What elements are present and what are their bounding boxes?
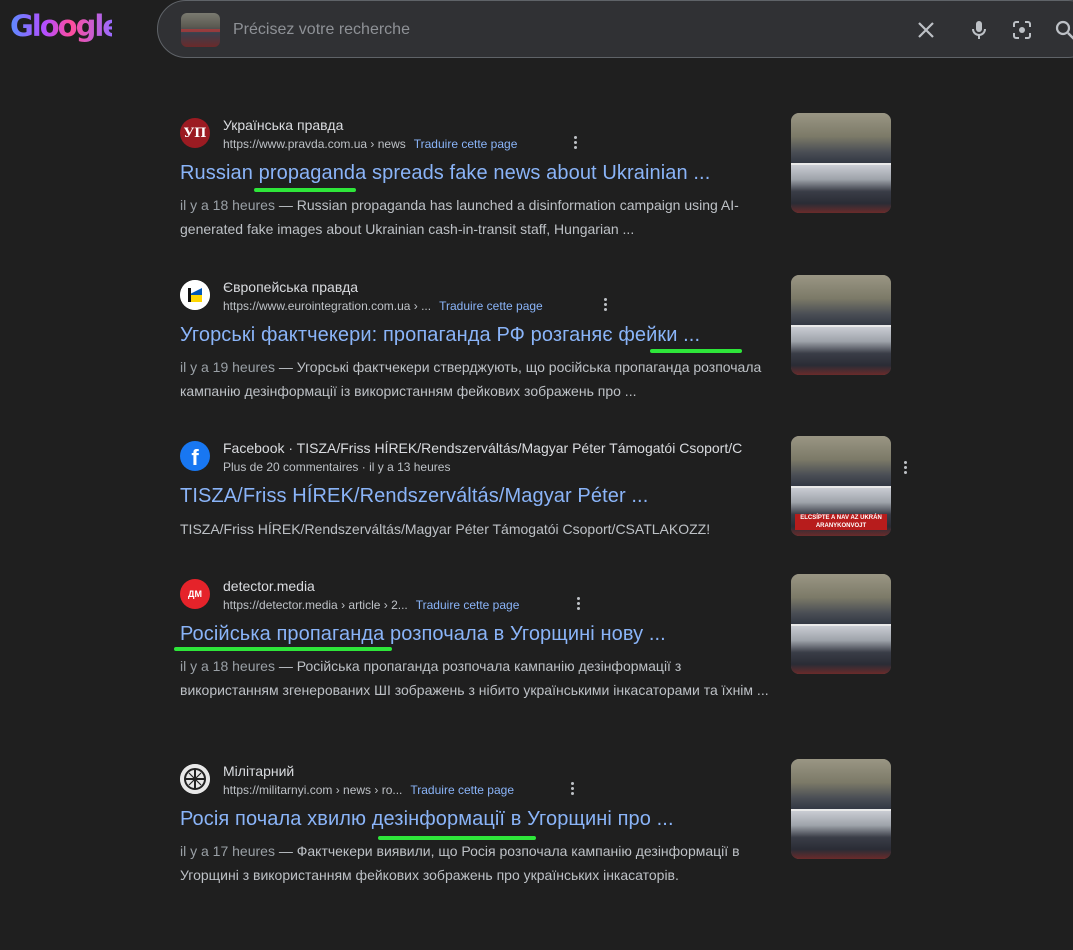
result-thumbnail[interactable]: ELCSÍPTE A NAV AZ UKRÁN ARANYKONVOJT [791, 436, 891, 536]
site-url[interactable]: https://www.pravda.com.ua › news Traduire… [223, 137, 517, 151]
more-options-icon[interactable] [571, 595, 585, 613]
result-title[interactable]: TISZA/Friss HÍREK/Rendszerváltás/Magyar … [180, 485, 648, 508]
result-snippet: il y a 18 heures — Russian propaganda ha… [180, 197, 739, 237]
favicon-eurointegration-icon [180, 280, 210, 310]
result-title[interactable]: Russian propaganda spreads fake news abo… [180, 162, 710, 185]
facebook-icon: f [180, 441, 210, 471]
result-snippet: TISZA/Friss HÍREK/Rendszerváltás/Magyar … [180, 521, 711, 537]
search-image-thumbnail[interactable] [181, 13, 220, 47]
highlight-underline [174, 647, 392, 651]
site-name[interactable]: Українська правда [223, 117, 343, 133]
result-meta: Plus de 20 commentaires · il y a 13 heur… [223, 460, 451, 474]
lens-icon[interactable] [1010, 18, 1034, 42]
search-icon[interactable] [1053, 18, 1073, 42]
result-thumbnail[interactable] [791, 759, 891, 859]
logo[interactable]: Gloogle [10, 6, 122, 46]
search-bar[interactable] [157, 0, 1073, 58]
result-title[interactable]: Росія почала хвилю дезінформації в Угорщ… [180, 808, 674, 831]
translate-link[interactable]: Traduire cette page [414, 137, 518, 151]
more-options-icon[interactable] [598, 296, 612, 314]
result-snippet: il y a 18 heures — Російська пропаганда … [180, 658, 769, 698]
site-name[interactable]: detector.media [223, 578, 315, 594]
favicon-pravda-icon: УП [180, 118, 210, 148]
result-snippet: il y a 19 heures — Угорські фактчекери с… [180, 359, 762, 399]
translate-link[interactable]: Traduire cette page [439, 299, 543, 313]
more-options-icon[interactable] [565, 780, 579, 798]
clear-icon[interactable] [914, 18, 938, 42]
more-options-icon[interactable] [568, 134, 582, 152]
search-input[interactable] [233, 19, 833, 41]
thumbnail-banner: ELCSÍPTE A NAV AZ UKRÁN ARANYKONVOJT [795, 514, 887, 530]
translate-link[interactable]: Traduire cette page [410, 783, 514, 797]
result-thumbnail[interactable] [791, 113, 891, 213]
favicon-militarnyi-icon [180, 764, 210, 794]
microphone-icon[interactable] [967, 18, 991, 42]
translate-link[interactable]: Traduire cette page [416, 598, 520, 612]
site-name[interactable]: Facebook · TISZA/Friss HÍREK/Rendszervál… [223, 440, 790, 456]
site-name[interactable]: Європейська правда [223, 279, 358, 295]
highlight-underline [650, 349, 742, 353]
result-snippet: il y a 17 heures — Фактчекери виявили, щ… [180, 843, 740, 883]
header: Gloogle [0, 0, 1073, 70]
site-url[interactable]: https://militarnyi.com › news › ro... Tra… [223, 783, 514, 797]
result-thumbnail[interactable] [791, 275, 891, 375]
more-options-icon[interactable] [898, 459, 912, 477]
site-url[interactable]: https://detector.media › article › 2... T… [223, 598, 519, 612]
highlight-underline [254, 188, 356, 192]
result-thumbnail[interactable] [791, 574, 891, 674]
result-title[interactable]: Угорські фактчекери: пропаганда РФ розга… [180, 324, 700, 347]
favicon-detector-media-icon: ДМ [180, 579, 210, 609]
result-title[interactable]: Російська пропаганда розпочала в Угорщин… [180, 623, 666, 646]
site-name[interactable]: Мілітарний [223, 763, 294, 779]
highlight-underline [378, 836, 536, 840]
site-url[interactable]: https://www.eurointegration.com.ua › ...… [223, 299, 543, 313]
